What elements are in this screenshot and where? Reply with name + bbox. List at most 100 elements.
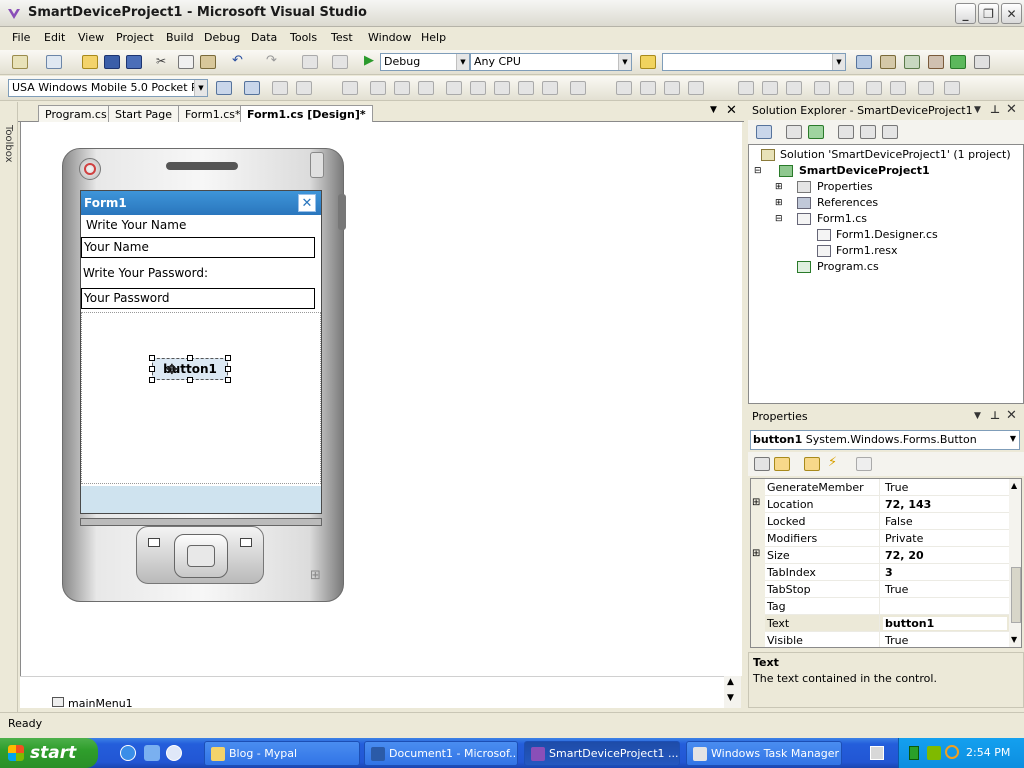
expand-icon[interactable]: ⊞ (775, 198, 783, 208)
properties-window-icon[interactable] (880, 55, 896, 69)
menu-build[interactable]: Build (166, 31, 194, 44)
task-manager-tray-icon[interactable] (909, 746, 919, 760)
taskbar-task-manager[interactable]: Windows Task Manager (686, 741, 842, 766)
expand-icon[interactable]: ⊞ (775, 182, 783, 192)
tab-list-icon[interactable]: ▼ (710, 105, 717, 115)
language-bar-icon[interactable] (870, 746, 884, 760)
property-row[interactable]: TabIndex 3 (751, 564, 1009, 581)
tray-app-icon[interactable] (927, 746, 941, 760)
device-options-icon[interactable] (216, 81, 232, 95)
object-browser-icon[interactable] (904, 55, 920, 69)
mainmenu1-component[interactable]: mainMenu1 (68, 697, 133, 710)
send-to-back-icon[interactable] (890, 81, 906, 95)
panel-menu-icon[interactable]: ▼ (974, 105, 981, 115)
scroll-down-icon[interactable]: ▼ (1011, 635, 1017, 644)
toolbox-strip[interactable] (0, 102, 18, 712)
property-row[interactable]: GenerateMember True (751, 479, 1009, 496)
open-folder-icon[interactable] (82, 55, 98, 69)
resize-handle[interactable] (225, 377, 231, 383)
property-value[interactable]: 72, 20 (885, 549, 924, 562)
vertical-spacing-icon[interactable] (688, 81, 704, 95)
resize-handle[interactable] (149, 355, 155, 361)
remove-h-spacing-icon[interactable] (664, 81, 680, 95)
tab-start-page[interactable]: Start Page (108, 105, 179, 122)
align-tops-icon[interactable] (394, 81, 410, 95)
paste-icon[interactable] (200, 55, 216, 69)
property-value[interactable]: True (885, 583, 908, 596)
panel-menu-icon[interactable]: ▼ (974, 411, 981, 421)
size-to-grid-icon[interactable] (542, 81, 558, 95)
scroll-thumb[interactable] (1011, 567, 1021, 623)
platform-select[interactable]: Any CPU ▼ (470, 53, 632, 71)
align-grid-icon[interactable] (272, 81, 288, 95)
menu-help[interactable]: Help (421, 31, 446, 44)
tab-order-icon[interactable] (918, 81, 934, 95)
search-icon[interactable] (945, 745, 959, 759)
menu-view[interactable]: View (78, 31, 104, 44)
scroll-up-icon[interactable]: ▲ (1011, 481, 1017, 490)
view-designer-icon[interactable] (860, 125, 876, 139)
center-horizontally-icon[interactable] (814, 81, 830, 95)
redo-icon[interactable]: ↷ (266, 53, 282, 68)
property-row[interactable]: ⊞ Size 72, 20 (751, 547, 1009, 564)
menu-window[interactable]: Window (368, 31, 411, 44)
property-scrollbar[interactable]: ▲ ▼ (1009, 479, 1021, 647)
navigate-forward-icon[interactable] (332, 55, 348, 69)
align-centers-icon[interactable] (342, 81, 358, 95)
property-row[interactable]: Locked False (751, 513, 1009, 530)
menu-debug[interactable]: Debug (204, 31, 240, 44)
property-value[interactable]: Private (885, 532, 923, 545)
find-in-files-icon[interactable] (640, 55, 656, 69)
resize-handle[interactable] (149, 377, 155, 383)
tree-item-properties[interactable]: Properties (817, 180, 873, 193)
resize-handle[interactable] (187, 355, 193, 361)
undo-icon[interactable]: ↶ (232, 53, 248, 68)
scroll-up-icon[interactable]: ▲ (727, 677, 734, 687)
align-bottoms-icon[interactable] (446, 81, 462, 95)
add-item-icon[interactable] (46, 55, 62, 69)
property-row-selected[interactable]: Text button1 (751, 615, 1009, 632)
expand-icon[interactable]: ⊞ (752, 497, 760, 508)
minimize-button[interactable]: _ (955, 3, 976, 24)
tab-program-cs[interactable]: Program.cs (38, 105, 114, 122)
designer-scrollbar[interactable]: ▲ ▼ (724, 676, 741, 708)
collapse-icon[interactable]: ⊟ (775, 214, 783, 224)
property-row[interactable]: Tag (751, 598, 1009, 615)
save-icon[interactable] (104, 55, 120, 69)
toolbox-tab[interactable]: Toolbox (3, 125, 14, 163)
save-all-icon[interactable] (126, 55, 142, 69)
close-panel-icon[interactable]: ✕ (1006, 102, 1017, 117)
alphabetical-icon[interactable] (774, 457, 790, 471)
tree-item-form1-designer[interactable]: Form1.Designer.cs (836, 228, 938, 241)
property-value[interactable]: 3 (885, 566, 893, 579)
close-tab-icon[interactable]: ✕ (726, 103, 737, 118)
close-panel-icon[interactable]: ✕ (1006, 408, 1017, 423)
decrease-h-spacing-icon[interactable] (640, 81, 656, 95)
target-device-select[interactable]: USA Windows Mobile 5.0 Pocket PC R2 ▼ (8, 79, 208, 97)
property-row[interactable]: ⊞ Location 72, 143 (751, 496, 1009, 513)
remove-v-spacing-icon[interactable] (786, 81, 802, 95)
properties-icon[interactable] (756, 125, 772, 139)
navigate-back-icon[interactable] (302, 55, 318, 69)
increase-v-spacing-icon[interactable] (738, 81, 754, 95)
show-all-files-icon[interactable] (786, 125, 802, 139)
resize-handle[interactable] (225, 366, 231, 372)
view-code-icon[interactable] (838, 125, 854, 139)
taskbar-blog-mypal[interactable]: Blog - Mypal (204, 741, 360, 766)
categorized-icon[interactable] (754, 457, 770, 471)
cut-icon[interactable]: ✂ (156, 54, 172, 68)
pin-icon[interactable]: ⊥ (990, 103, 1000, 116)
start-debugging-icon[interactable]: ▶ (364, 53, 380, 68)
same-width-icon[interactable] (470, 81, 486, 95)
start-button[interactable]: start (0, 738, 98, 768)
copy-icon[interactable] (178, 55, 194, 69)
resize-handle[interactable] (149, 366, 155, 372)
properties-view-icon[interactable] (804, 457, 820, 471)
find-combo[interactable]: ▼ (662, 53, 846, 71)
collapse-icon[interactable]: ⊟ (754, 166, 762, 176)
form-menu-strip[interactable] (81, 486, 321, 513)
property-row[interactable]: Modifiers Private (751, 530, 1009, 547)
menu-test[interactable]: Test (331, 31, 353, 44)
same-size-icon[interactable] (518, 81, 534, 95)
lock-controls-icon[interactable] (944, 81, 960, 95)
